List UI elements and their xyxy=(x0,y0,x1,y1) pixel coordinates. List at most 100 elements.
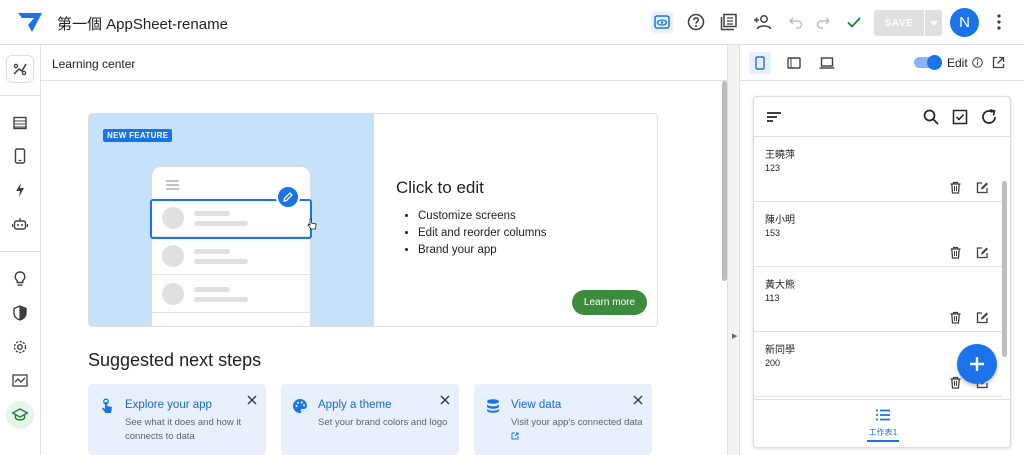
hand-cursor-icon xyxy=(307,218,317,230)
edit-icon[interactable] xyxy=(976,311,989,324)
close-icon[interactable] xyxy=(438,393,452,407)
actions-bolt-icon[interactable] xyxy=(6,176,34,204)
sort-menu-icon[interactable] xyxy=(765,108,783,126)
touch-hand-icon xyxy=(99,398,115,414)
learning-center-cap-icon[interactable] xyxy=(6,401,34,429)
automation-icon[interactable] xyxy=(6,55,34,83)
nav-tab-label: 工作表1 xyxy=(868,428,898,437)
step-title[interactable]: Apply a theme xyxy=(318,399,392,411)
mock-list-row xyxy=(152,237,312,275)
preview-eye-icon[interactable] xyxy=(651,11,673,33)
phone-preview: 王曉萍 123 陳小明 153 黃大熊 113 新同學 200 工作表1 xyxy=(753,96,1011,448)
close-icon[interactable] xyxy=(631,393,645,407)
pencil-edit-icon xyxy=(276,185,300,209)
panel-resize-handle[interactable]: ▶ xyxy=(727,45,740,455)
step-title[interactable]: View data xyxy=(511,399,561,411)
save-button[interactable]: SAVE xyxy=(874,10,942,36)
tablet-device-icon[interactable] xyxy=(783,52,805,74)
help-icon[interactable] xyxy=(685,11,707,33)
app-top-bar xyxy=(754,97,1010,137)
step-card-view-data[interactable]: View data Visit your app's connected dat… xyxy=(474,384,652,455)
app-preview-panel: Edit 王曉萍 123 陳小明 153 黃大熊 113 新同學 200 工作表… xyxy=(740,45,1024,455)
desktop-device-icon[interactable] xyxy=(816,52,838,74)
feature-card[interactable]: NEW FEATURE Click to edit Customize scre… xyxy=(88,113,658,327)
save-options-chevron-icon[interactable] xyxy=(924,10,942,36)
intelligence-bulb-icon[interactable] xyxy=(6,265,34,293)
feature-description: Click to edit Customize screens Edit and… xyxy=(396,178,546,259)
step-title[interactable]: Explore your app xyxy=(125,399,212,411)
settings-gear-icon[interactable] xyxy=(6,333,34,361)
record-name: 新同學 xyxy=(765,345,795,356)
feature-bullet: Brand your app xyxy=(418,242,546,259)
step-description-text: Visit your app's connected data xyxy=(511,417,643,428)
select-checkbox-icon[interactable] xyxy=(951,108,969,126)
rail-divider xyxy=(0,95,40,96)
plus-icon xyxy=(970,357,984,371)
edit-icon[interactable] xyxy=(976,181,989,194)
delete-icon[interactable] xyxy=(949,181,962,194)
share-add-person-icon[interactable] xyxy=(752,11,774,33)
mobile-device-icon[interactable] xyxy=(749,52,771,74)
edit-mode-toggle[interactable] xyxy=(914,55,942,70)
check-icon[interactable] xyxy=(843,11,865,33)
edit-icon[interactable] xyxy=(976,246,989,259)
list-scrollbar[interactable] xyxy=(1002,181,1007,357)
feature-bullets: Customize screens Edit and reorder colum… xyxy=(396,208,546,259)
new-feature-badge: NEW FEATURE xyxy=(103,129,173,142)
list-item[interactable]: 黃大熊 113 xyxy=(754,267,1002,332)
feature-illustration: NEW FEATURE xyxy=(89,114,374,326)
gallery-icon[interactable] xyxy=(718,11,740,33)
appsheet-logo-icon[interactable] xyxy=(16,10,44,34)
close-icon[interactable] xyxy=(245,393,259,407)
step-card-explore[interactable]: Explore your app See what it does and ho… xyxy=(88,384,266,455)
list-icon xyxy=(876,409,890,421)
learn-more-button[interactable]: Learn more xyxy=(572,290,647,315)
delete-icon[interactable] xyxy=(949,246,962,259)
save-button-label[interactable]: SAVE xyxy=(874,10,924,36)
preview-toolbar: Edit xyxy=(740,45,1024,81)
feature-title: Click to edit xyxy=(396,178,484,197)
security-shield-icon[interactable] xyxy=(6,299,34,327)
record-value: 153 xyxy=(765,228,781,238)
views-phone-icon[interactable] xyxy=(6,142,34,170)
bots-icon[interactable] xyxy=(6,210,34,238)
list-item[interactable]: 王曉萍 123 xyxy=(754,137,1002,202)
data-table-icon[interactable] xyxy=(6,109,34,137)
monitor-chart-icon[interactable] xyxy=(6,367,34,395)
delete-icon[interactable] xyxy=(949,376,962,389)
step-description: See what it does and how it connects to … xyxy=(125,417,242,442)
open-in-new-icon[interactable] xyxy=(992,56,1005,69)
redo-icon[interactable] xyxy=(812,11,834,33)
search-icon[interactable] xyxy=(922,108,940,126)
step-description: Visit your app's connected data xyxy=(511,416,646,444)
feature-bullet: Customize screens xyxy=(418,208,546,225)
more-vert-icon[interactable] xyxy=(988,11,1010,33)
refresh-icon[interactable] xyxy=(980,108,998,126)
undo-icon[interactable] xyxy=(785,11,807,33)
record-value: 200 xyxy=(765,358,781,368)
top-bar: 第一個 AppSheet-rename SAVE N xyxy=(0,0,1024,45)
collapse-chevron-icon[interactable]: ▶ xyxy=(732,332,737,340)
delete-icon[interactable] xyxy=(949,311,962,324)
avatar[interactable]: N xyxy=(950,8,979,37)
active-tab-indicator xyxy=(867,440,899,442)
record-name: 陳小明 xyxy=(765,215,795,226)
record-name: 黃大熊 xyxy=(765,280,795,291)
toggle-knob xyxy=(927,55,942,70)
step-description: Set your brand colors and logo xyxy=(318,417,448,428)
info-icon[interactable] xyxy=(972,57,983,68)
list-item[interactable]: 陳小明 153 xyxy=(754,202,1002,267)
edit-mode-label: Edit xyxy=(947,56,968,70)
step-card-theme[interactable]: Apply a theme Set your brand colors and … xyxy=(281,384,459,455)
nav-tab-sheet1[interactable]: 工作表1 xyxy=(864,407,902,443)
bottom-nav: 工作表1 xyxy=(754,399,1010,447)
record-value: 123 xyxy=(765,163,781,173)
rail-divider xyxy=(0,251,40,252)
record-name: 王曉萍 xyxy=(765,150,795,161)
open-in-new-icon[interactable] xyxy=(511,432,519,440)
record-value: 113 xyxy=(765,293,780,303)
add-record-button[interactable] xyxy=(957,344,997,384)
app-title[interactable]: 第一個 AppSheet-rename xyxy=(57,13,228,34)
left-nav-rail xyxy=(0,45,41,455)
feature-bullet: Edit and reorder columns xyxy=(418,225,546,242)
